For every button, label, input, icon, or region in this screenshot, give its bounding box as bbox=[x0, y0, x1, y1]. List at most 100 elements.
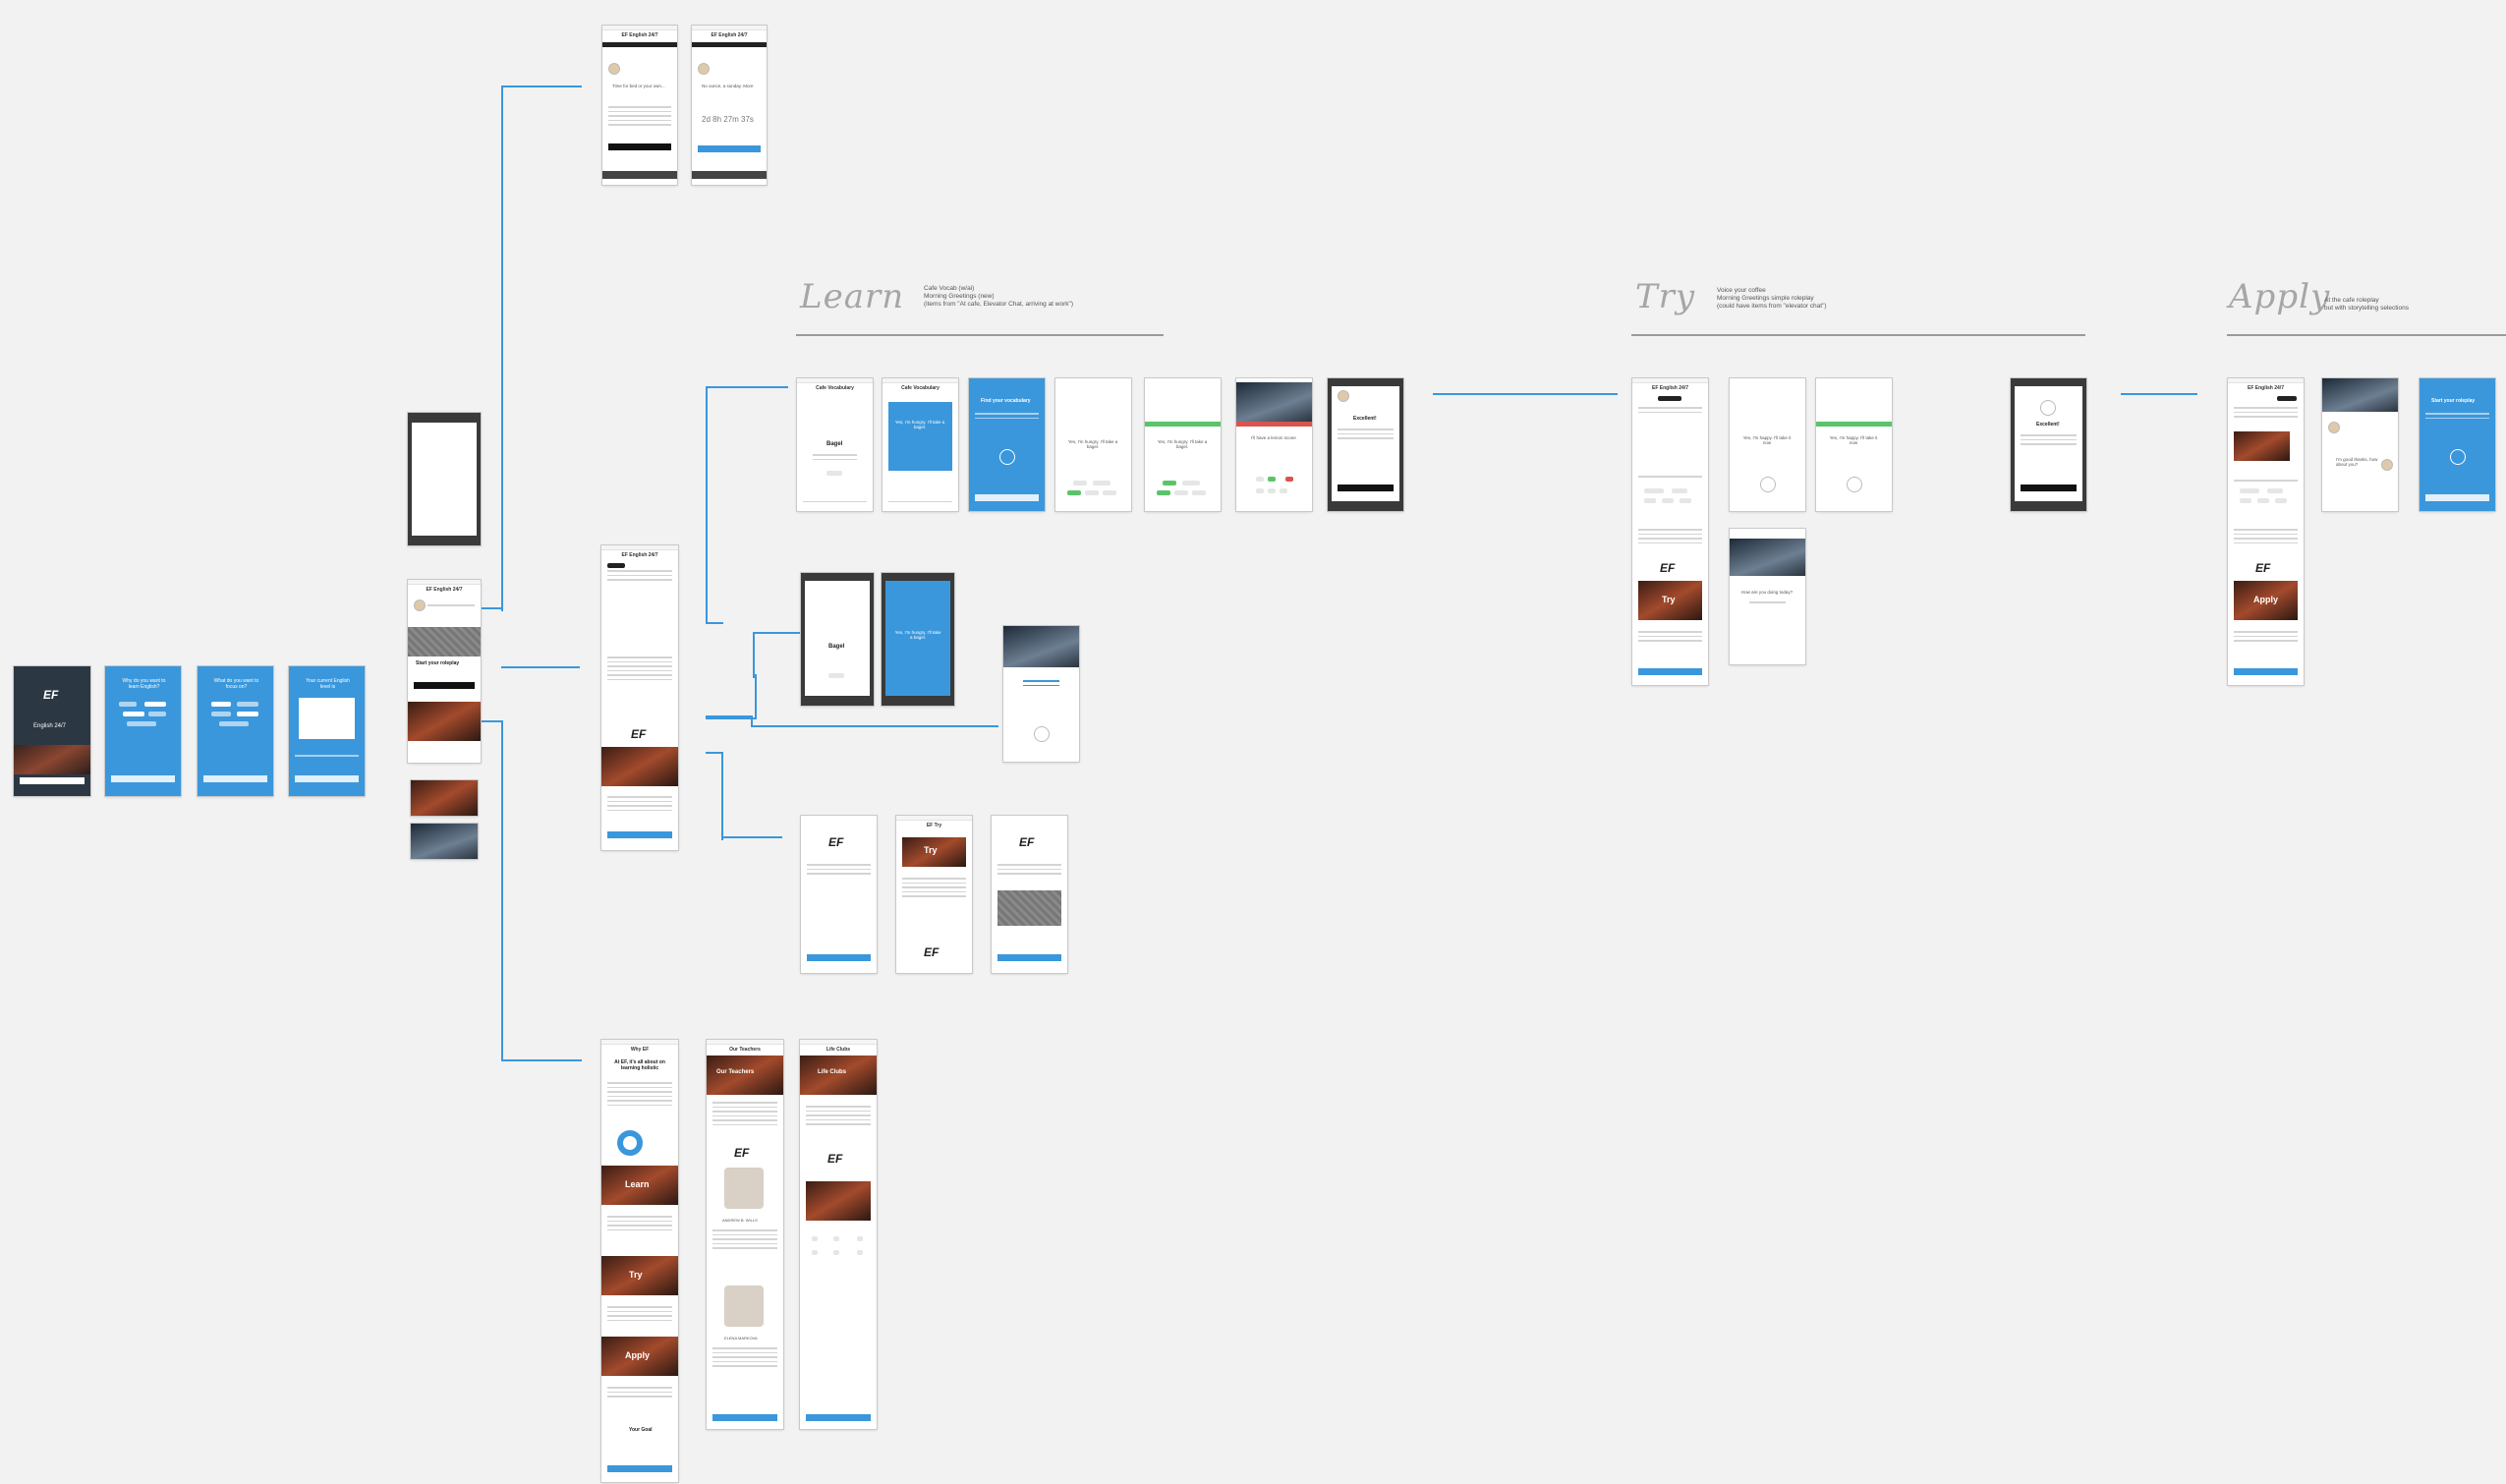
learn-alt-listen[interactable] bbox=[1003, 626, 1079, 762]
teacher-photo bbox=[724, 1168, 764, 1209]
try-header: EF English 24/7 bbox=[1652, 385, 1688, 391]
top-heading: Time for bed or your own... bbox=[612, 84, 665, 88]
apply-cta-button[interactable] bbox=[2234, 668, 2298, 675]
ef-logo: EF bbox=[1660, 561, 1676, 575]
home-cta-text: Start your roleplay bbox=[416, 660, 460, 666]
learn-continue-button[interactable] bbox=[1337, 485, 1395, 491]
try-screen-home[interactable]: EF English 24/7 EF Try bbox=[1632, 378, 1708, 685]
microphone-icon[interactable] bbox=[999, 449, 1015, 465]
home-start-button[interactable] bbox=[413, 682, 476, 689]
learn-screen-choice-1[interactable]: Yes, I'm hungry. I'll take a bagel. bbox=[1055, 378, 1131, 511]
ef-screen-intro[interactable]: EF bbox=[801, 816, 877, 973]
onboarding-screen-splash[interactable]: EF English 24/7 bbox=[14, 666, 90, 796]
top-continue-button[interactable] bbox=[608, 143, 671, 150]
learn-screen-excellent[interactable]: Excellent! bbox=[1328, 378, 1403, 511]
learn-heading: Excellent! bbox=[1353, 416, 1377, 422]
ef-logo: EF bbox=[1019, 835, 1035, 849]
connector-learn-a3 bbox=[708, 622, 723, 624]
why-ef-heading: At EF, it's all about on learning holist… bbox=[614, 1059, 665, 1071]
try-phrase: Yes, I'm happy. I'll take it now bbox=[1829, 435, 1878, 445]
course-screen[interactable]: EF English 24/7 EF bbox=[601, 545, 678, 850]
apply-screen-chat[interactable]: I'm good thanks, how about you? bbox=[2322, 378, 2398, 511]
section-learn-note: Cafe Vocab (w/ai) Morning Greetings (new… bbox=[924, 285, 1073, 308]
top-screen-2[interactable]: EF English 24/7 No ounce, a sunday. More… bbox=[692, 26, 767, 185]
onboarding-next-button[interactable] bbox=[203, 775, 267, 782]
connector-learn-b bbox=[706, 674, 757, 719]
clubs-tile-label: Life Clubs bbox=[818, 1069, 847, 1075]
onboarding-next-button[interactable] bbox=[111, 775, 175, 782]
section-apply-note: At the cafe roleplay but with storytelli… bbox=[2324, 297, 2409, 312]
apply-screen-home[interactable]: EF English 24/7 EF Apply bbox=[2228, 378, 2304, 685]
ef-intro-button[interactable] bbox=[807, 954, 871, 961]
ef-outro-button[interactable] bbox=[997, 954, 1061, 961]
connector-learn-d2 bbox=[721, 836, 782, 838]
teachers-screen[interactable]: Our Teachers Our Teachers EF ANDREW B. W… bbox=[707, 1040, 783, 1429]
try-screen-voice-1[interactable]: Yes, I'm happy. I'll take it now bbox=[1730, 378, 1805, 511]
why-ef-screen[interactable]: Why EF At EF, it's all about on learning… bbox=[601, 1040, 678, 1482]
connector-learn-a bbox=[706, 386, 723, 624]
top-screen-1[interactable]: EF English 24/7 Time for bed or your own… bbox=[602, 26, 677, 185]
home-teachers-tile[interactable] bbox=[411, 780, 478, 816]
home-clubs-tile[interactable] bbox=[411, 824, 478, 859]
connector-bottom bbox=[501, 720, 582, 1061]
learn-start-button[interactable] bbox=[975, 494, 1039, 501]
why-ef-nav: Why EF bbox=[630, 1047, 650, 1053]
life-clubs-screen[interactable]: Life Clubs Life Clubs EF bbox=[800, 1040, 877, 1429]
connector-top bbox=[501, 86, 582, 611]
try-screen-greeting[interactable]: How are you doing today? bbox=[1730, 529, 1805, 664]
clubs-cta-button[interactable] bbox=[806, 1414, 871, 1421]
learn-phrase: I'll have a lemon scone bbox=[1251, 435, 1296, 440]
progress-ring-icon bbox=[617, 1130, 643, 1156]
microphone-icon[interactable] bbox=[1760, 477, 1776, 492]
learn-alt-vocab[interactable]: Bagel bbox=[801, 573, 874, 706]
microphone-icon[interactable] bbox=[1034, 726, 1050, 742]
ef-screen-try[interactable]: EF Try Try EF bbox=[896, 816, 972, 973]
blank-screen bbox=[408, 413, 481, 545]
learn-alt-phrase[interactable]: Yes, I'm hungry. I'll take a bagel. bbox=[882, 573, 954, 706]
learn-phrase: Yes, I'm hungry. I'll take a bagel. bbox=[1067, 439, 1118, 449]
try-continue-button[interactable] bbox=[2020, 485, 2078, 491]
try-cta-button[interactable] bbox=[1638, 668, 1702, 675]
learn-screen-vocab[interactable]: Cafe Vocabulary Bagel bbox=[797, 378, 873, 511]
teachers-nav: Our Teachers bbox=[729, 1047, 761, 1053]
ef-try-header: EF Try bbox=[926, 823, 942, 828]
apply-screen-start[interactable]: Start your roleplay bbox=[2420, 378, 2495, 511]
learn-tile-label: Learn bbox=[625, 1179, 650, 1189]
apply-heading: Start your roleplay bbox=[2431, 398, 2476, 404]
ef-screen-outro[interactable]: EF bbox=[992, 816, 1067, 973]
teachers-cta-button[interactable] bbox=[712, 1414, 777, 1421]
ef-logo: EF bbox=[734, 1146, 750, 1160]
try-tile-label: Try bbox=[1662, 595, 1676, 604]
apply-tile-label: Apply bbox=[2253, 595, 2279, 604]
why-ef-cta-button[interactable] bbox=[607, 1465, 672, 1472]
top-continue-button[interactable] bbox=[698, 145, 761, 152]
connector-learn-d bbox=[706, 752, 723, 840]
top-heading: No ounce, a sunday. More bbox=[702, 84, 754, 88]
home-screen[interactable]: EF English 24/7 Start your roleplay bbox=[408, 580, 481, 763]
vocab-word: Bagel bbox=[826, 441, 843, 447]
onboarding-screen-why[interactable]: Why do you want to learn English? bbox=[105, 666, 181, 796]
learn-screen-phrase-blue[interactable]: Cafe Vocabulary Yes, I'm hungry. I'll ta… bbox=[883, 378, 958, 511]
onboarding-screen-focus[interactable]: What do you want to focus on? bbox=[198, 666, 273, 796]
onboarding-next-button[interactable] bbox=[295, 775, 359, 782]
microphone-icon[interactable] bbox=[2450, 449, 2466, 465]
ef-logo: EF bbox=[631, 727, 647, 741]
vocab-word: Bagel bbox=[828, 644, 845, 650]
why-ef-goal: Your Goal bbox=[629, 1427, 653, 1433]
microphone-icon[interactable] bbox=[1847, 477, 1862, 492]
learn-screen-choice-2[interactable]: Yes, I'm hungry. I'll take a bagel. bbox=[1145, 378, 1221, 511]
section-try-rule bbox=[1631, 334, 2085, 336]
try-screen-voice-2[interactable]: Yes, I'm happy. I'll take it now bbox=[1816, 378, 1892, 511]
splash-start-button[interactable] bbox=[20, 777, 85, 784]
teacher-name: ANDREW B. WILLS bbox=[722, 1218, 758, 1223]
section-apply-title: Apply bbox=[2229, 277, 2331, 316]
learn-screen-find-vocab[interactable]: Find your vocabulary bbox=[969, 378, 1045, 511]
course-cta-button[interactable] bbox=[607, 831, 672, 838]
section-try-title: Try bbox=[1635, 277, 1696, 316]
apply-start-button[interactable] bbox=[2425, 494, 2489, 501]
learn-screen-choice-3[interactable]: I'll have a lemon scone bbox=[1236, 378, 1312, 511]
try-screen-excellent[interactable]: Excellent! bbox=[2011, 378, 2086, 511]
connector-learn-a2 bbox=[706, 386, 788, 388]
onboarding-screen-level[interactable]: Your current English level is bbox=[289, 666, 365, 796]
learn-nav: Cafe Vocabulary bbox=[901, 385, 940, 391]
